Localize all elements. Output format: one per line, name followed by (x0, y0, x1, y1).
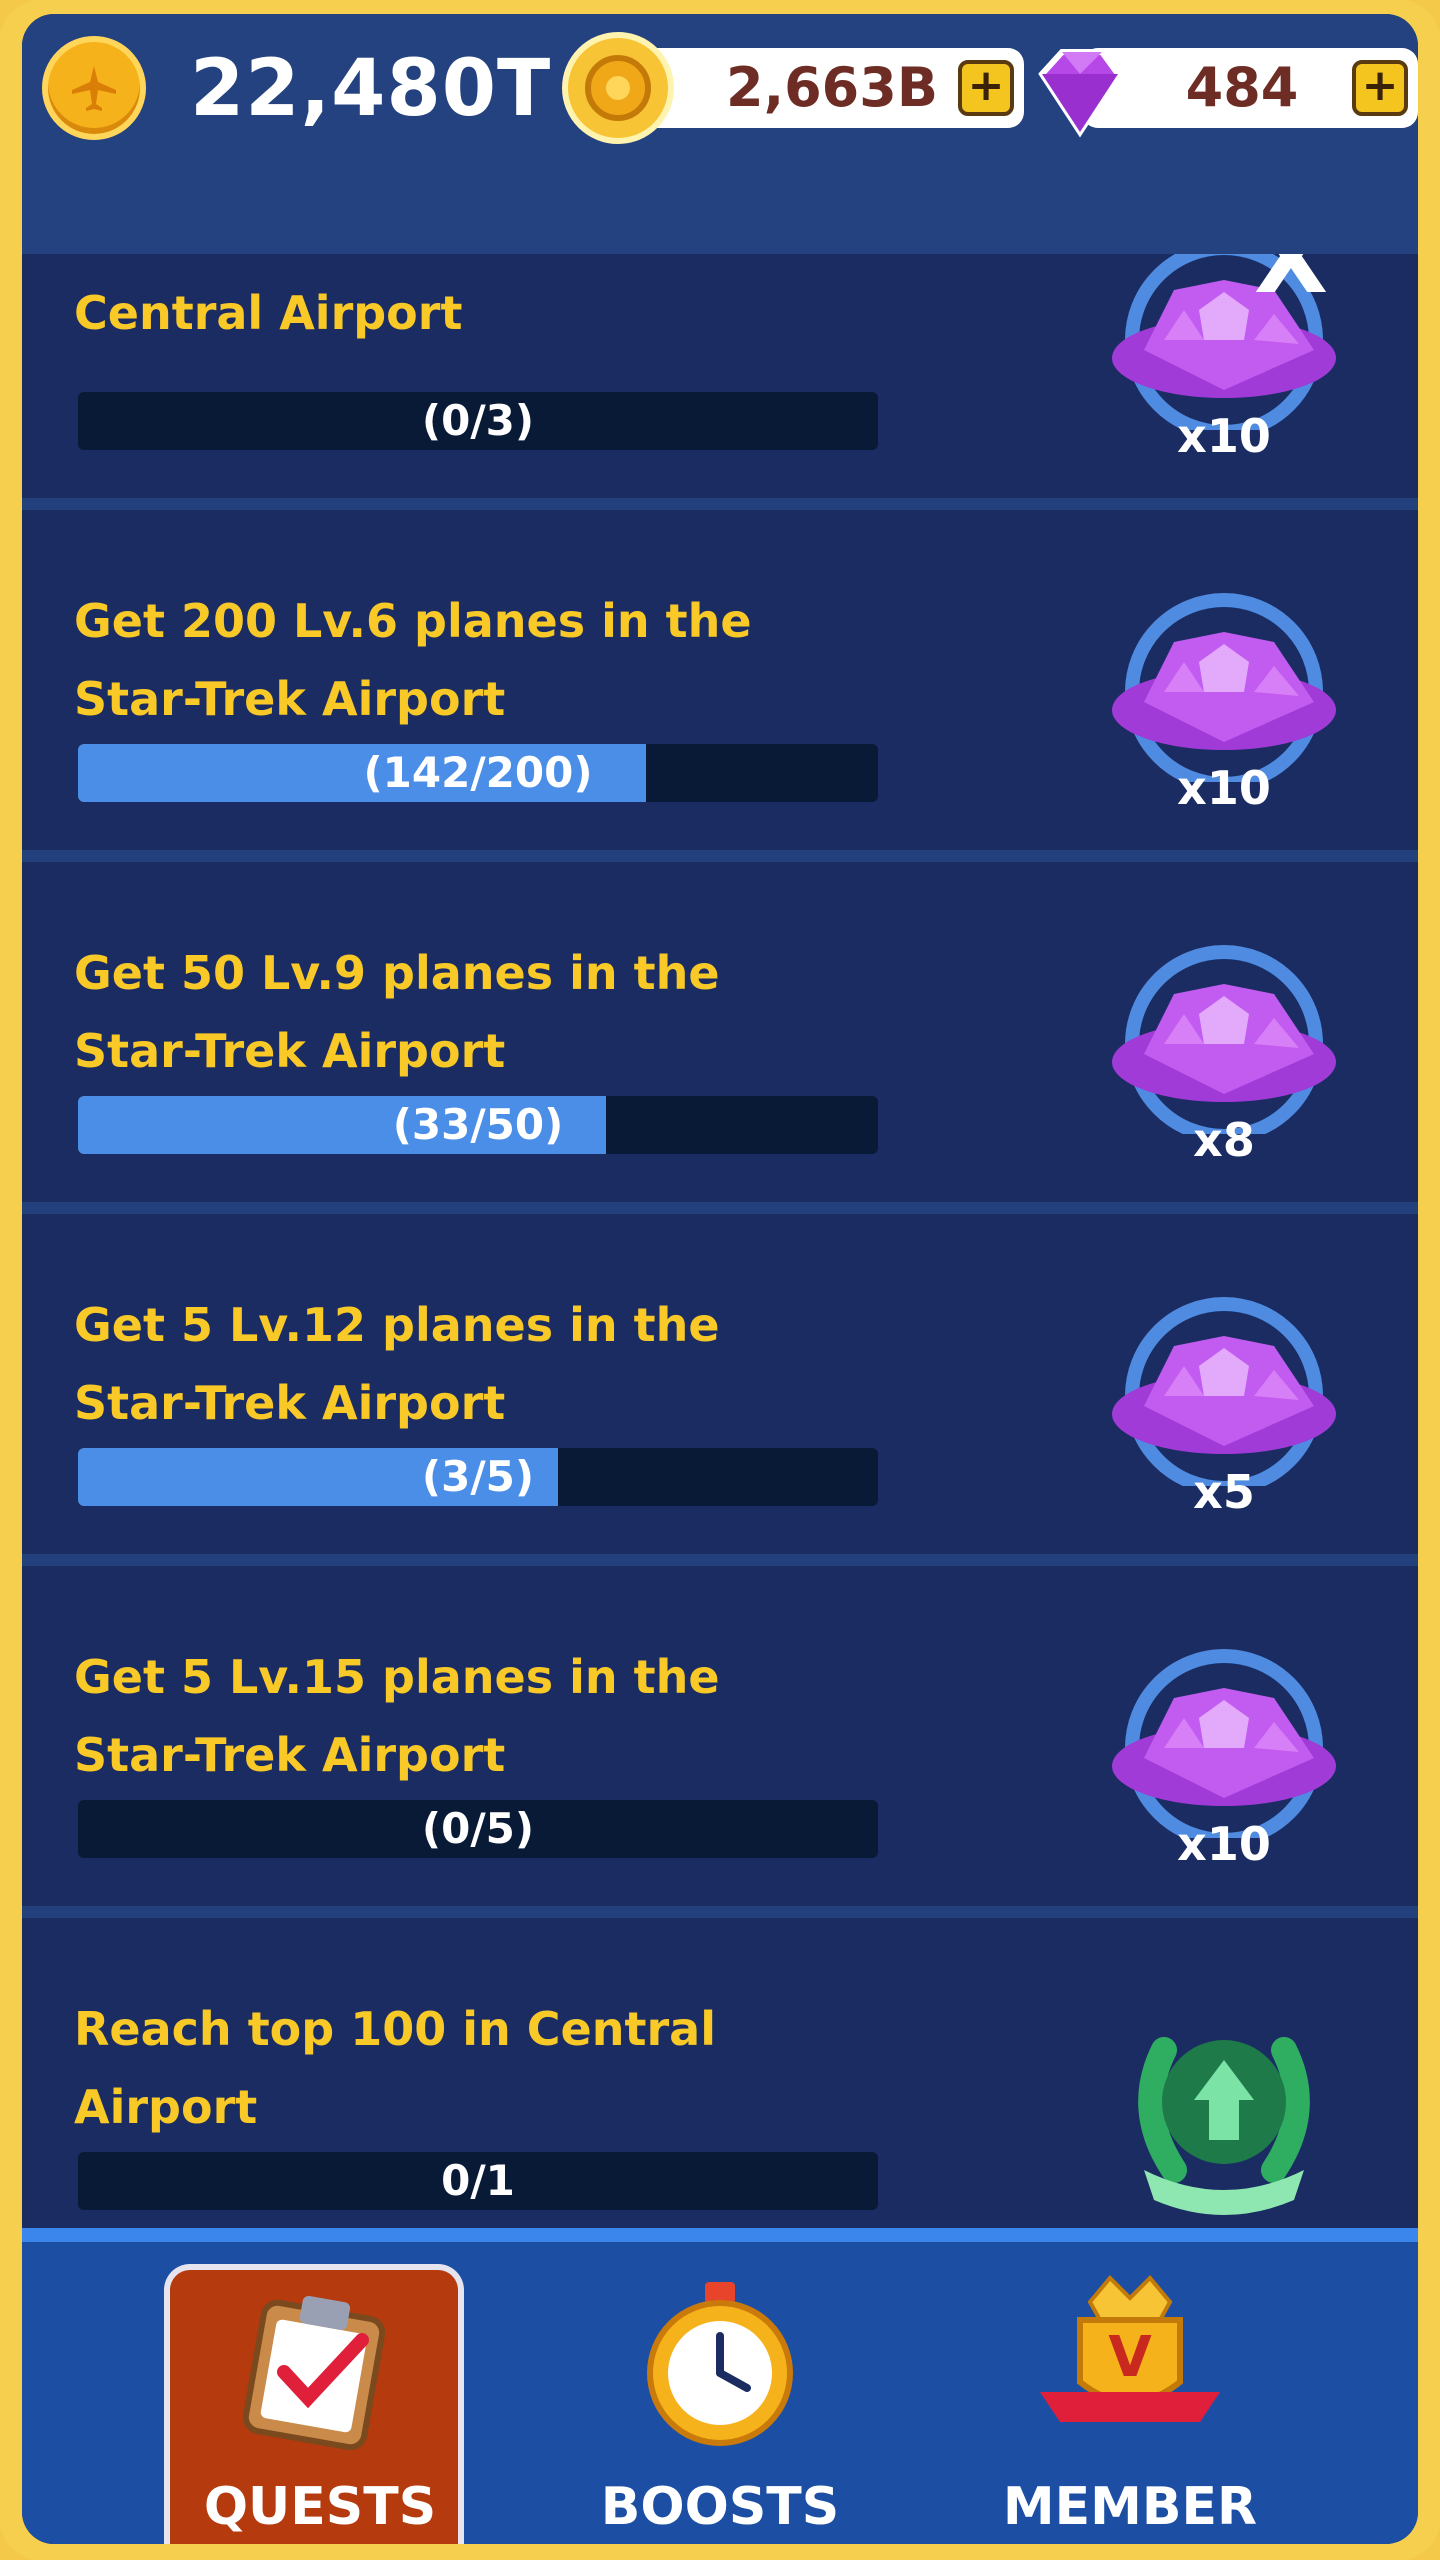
gold-pill: 2,663B + (622, 48, 1024, 128)
reward-count: x5 (1193, 1465, 1255, 1519)
add-gold-button[interactable]: + (958, 60, 1014, 116)
quest-row: Central Airport (0/3) x10 (22, 254, 1418, 510)
quest-row: Reach top 100 in Central Airport 0/1 (22, 1930, 1418, 2234)
laurel-badge-icon[interactable] (1104, 1990, 1344, 2230)
quest-row: Get 50 Lv.9 planes in the Star-Trek Airp… (22, 874, 1418, 1214)
close-button[interactable]: X (1246, 254, 1336, 307)
quest-row: Get 5 Lv.15 planes in the Star-Trek Airp… (22, 1578, 1418, 1918)
tab-boosts-label: BOOSTS (600, 2477, 840, 2537)
quest-progress-bar: (33/50) (78, 1096, 878, 1154)
game-frame: 22,480T 2,663B + 484 + Central Airport (… (0, 0, 1440, 2560)
tab-boosts[interactable]: BOOSTS (570, 2242, 870, 2544)
tab-quests-label: QUESTS (203, 2477, 437, 2537)
quest-progress-label: (3/5) (421, 1452, 535, 1501)
svg-text:V: V (1108, 2325, 1152, 2390)
stopwatch-icon (647, 2282, 793, 2446)
quest-title: Reach top 100 in Central Airport (74, 2002, 716, 2134)
gold-badge-icon (562, 32, 674, 144)
quest-progress-bar: (142/200) (78, 744, 878, 802)
crown-shield-icon: V (1040, 2275, 1220, 2422)
add-gems-button[interactable]: + (1352, 60, 1408, 116)
tab-quests[interactable]: QUESTS (164, 2264, 464, 2544)
gold-value: 2,663B (726, 56, 938, 119)
quest-progress-bar: (0/5) (78, 1800, 878, 1858)
quest-progress-bar: (0/3) (78, 392, 878, 450)
quest-progress-bar: 0/1 (78, 2152, 878, 2210)
quest-title: Get 5 Lv.15 planes in the Star-Trek Airp… (74, 1650, 720, 1782)
gem-pile-icon[interactable]: x8 (1104, 934, 1344, 1174)
money-total: 22,480T (190, 44, 552, 134)
quest-title: Central Airport (74, 286, 463, 340)
quest-title: Get 5 Lv.12 planes in the Star-Trek Airp… (74, 1298, 720, 1430)
quest-progress-label: (0/3) (421, 396, 535, 445)
gem-pile-icon[interactable]: x5 (1104, 1286, 1344, 1526)
quest-title: Get 200 Lv.6 planes in the Star-Trek Air… (74, 594, 752, 726)
quest-title: Get 50 Lv.9 planes in the Star-Trek Airp… (74, 946, 720, 1078)
bottom-nav: QUESTS BOOSTS V MEMBER (22, 2228, 1418, 2544)
quest-progress-label: (142/200) (363, 748, 593, 797)
clipboard-icon (242, 2295, 386, 2450)
gem-pile-icon[interactable]: x10 (1104, 1638, 1344, 1878)
tab-member-label: MEMBER (1002, 2477, 1258, 2537)
resource-bar: 22,480T 2,663B + 484 + (22, 14, 1418, 254)
quest-progress-bar: (3/5) (78, 1448, 878, 1506)
reward-count: x10 (1177, 761, 1271, 815)
gem-pill: 484 + (1082, 48, 1418, 128)
quests-screen: 22,480T 2,663B + 484 + Central Airport (… (22, 14, 1418, 2544)
quest-list[interactable]: Central Airport (0/3) x10 X Get 200 Lv.6… (22, 254, 1418, 2234)
gem-icon (1022, 34, 1132, 144)
quest-row: Get 5 Lv.12 planes in the Star-Trek Airp… (22, 1226, 1418, 1566)
quest-row: Get 200 Lv.6 planes in the Star-Trek Air… (22, 522, 1418, 862)
tab-member[interactable]: V MEMBER (980, 2242, 1280, 2544)
quest-progress-label: (33/50) (392, 1100, 564, 1149)
reward-count: x10 (1177, 409, 1271, 463)
reward-count: x8 (1193, 1113, 1255, 1167)
reward-count: x10 (1177, 1817, 1271, 1871)
plane-coin-icon (42, 36, 146, 140)
gem-pile-icon[interactable]: x10 (1104, 582, 1344, 822)
quest-progress-label: 0/1 (441, 2156, 515, 2205)
gem-value: 484 (1185, 56, 1299, 119)
quest-progress-label: (0/5) (421, 1804, 535, 1853)
